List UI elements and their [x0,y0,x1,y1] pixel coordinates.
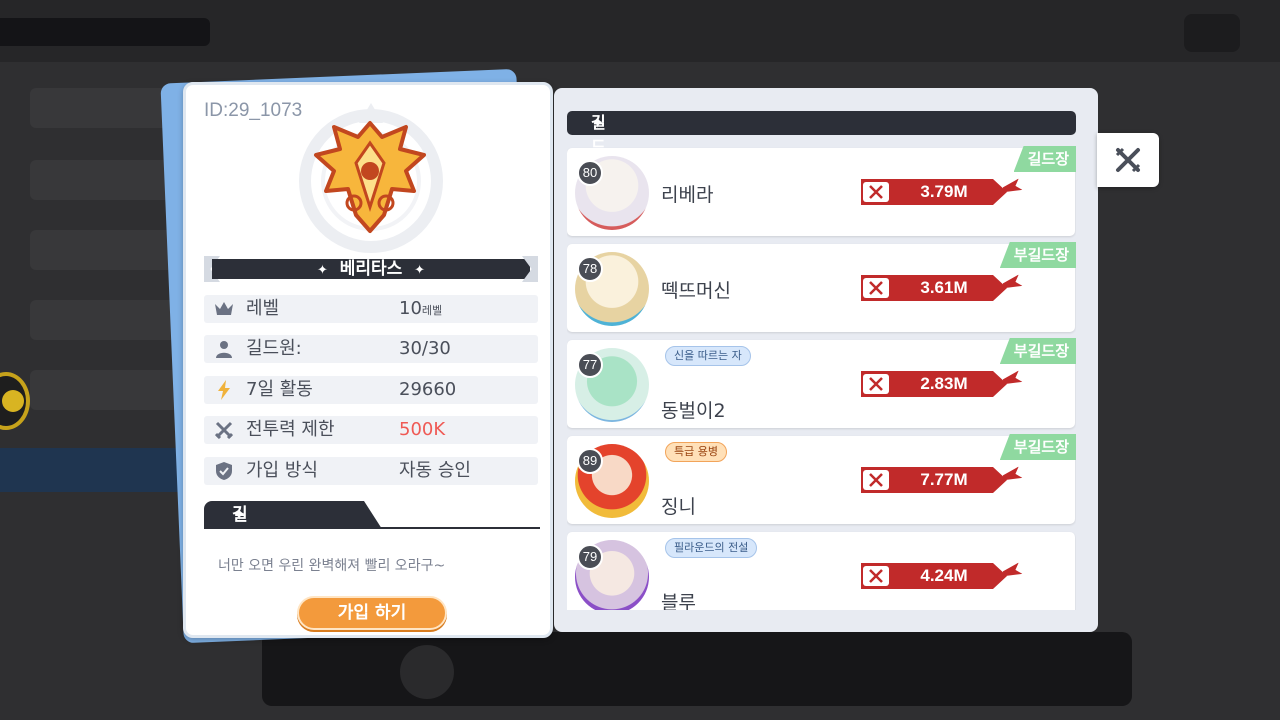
background-top-icon [1184,14,1240,52]
join-guild-button[interactable]: 가입 하기 [297,596,447,630]
crossed-swords-icon [863,182,889,202]
member-title-badge: 특급 용병 [665,442,727,462]
member-card[interactable]: 79 필라운드의 전설 블루 4.24M [567,532,1075,610]
member-power: 3.61M [861,275,1021,301]
power-value: 4.24M [920,566,968,585]
lightning-icon [214,380,234,400]
power-value: 7.77M [920,470,968,489]
close-button[interactable] [1097,133,1159,187]
shield-icon [214,461,234,481]
stat-value: 500K [399,419,446,440]
stat-row-activity: 7일 활동 29660 [204,376,538,404]
stat-row-level: 레벨 10레벨 [204,295,538,323]
power-value: 3.79M [920,182,968,201]
power-value: 2.83M [920,374,968,393]
member-name: 동벌이2 [661,400,726,422]
guild-name: 베리타스 [339,259,403,279]
background-selected-item [0,448,180,492]
promo-tab: ✦ 길드 홍보 [204,501,382,529]
member-title-badge: 필라운드의 전설 [665,538,758,558]
guild-name-line: ✦ 베리타스 ✦ [204,256,538,284]
close-icon [1115,147,1141,173]
promo-divider [204,527,540,529]
stat-label: 레벨 [246,298,280,319]
sparkle-icon: ✦ [414,263,426,278]
member-level-badge: 79 [577,544,603,570]
person-icon [214,339,234,359]
stat-label: 전투력 제한 [246,419,335,440]
member-card[interactable]: 80 리베라 3.79M 길드장 [567,146,1076,236]
stat-label: 7일 활동 [246,379,313,400]
coin-icon [2,390,24,412]
stat-value: 자동 승인 [399,460,471,481]
stat-row-power-limit: 전투력 제한 500K [204,416,538,444]
member-name: 징니 [661,496,696,518]
guild-name-banner: ✦ 베리타스 ✦ [204,256,538,282]
promo-text: 너만 오면 우린 완벽해져 빨리 오라구~ [218,558,446,574]
power-value: 3.61M [920,278,968,297]
background-menu-item [30,88,180,128]
member-power: 3.79M [861,179,1021,205]
crossed-swords-icon [863,278,889,298]
stat-label: 길드원: [246,338,302,359]
background-menu-item [30,160,180,200]
level-value: 10 [399,298,422,319]
crown-icon [214,299,234,319]
stat-value: 29660 [399,379,457,400]
member-list[interactable]: 80 리베라 3.79M 길드장 78 떽뜨머신 3.61M 부길드장 77 신… [567,146,1076,610]
stat-row-members: 길드원: 30/30 [204,335,538,363]
member-level-badge: 89 [577,448,603,474]
stat-value: 10레벨 [399,295,442,325]
crossed-swords-icon [863,374,889,394]
crossed-swords-icon [863,470,889,490]
stat-label: 가입 방식 [246,460,318,481]
member-level-badge: 80 [577,160,603,186]
member-power: 7.77M [861,467,1021,493]
role-tag: 부길드장 [999,434,1076,460]
role-tag: 부길드장 [999,242,1076,268]
member-card[interactable]: 78 떽뜨머신 3.61M 부길드장 [567,242,1076,332]
level-unit: 레벨 [421,304,443,317]
crossed-swords-icon [214,420,234,440]
background-menu-item [30,300,180,340]
member-list-header: ✦ 길드원: [567,111,1076,180]
member-power: 2.83M [861,371,1021,397]
guild-info-card: ID:29_1073 ✦ 베리타스 ✦ 레벨 10레벨 길드원: 30/30 7… [183,82,553,638]
background-title-block [0,18,210,46]
guild-promo-header: ✦ 길드 홍보 [204,501,540,529]
guild-emblem-icon [314,121,426,233]
member-name: 리베라 [661,184,714,206]
background-menu-item [30,230,180,270]
member-level-badge: 78 [577,256,603,282]
role-tag: 길드장 [1013,146,1076,172]
member-title-badge: 신을 따르는 자 [665,346,751,366]
member-name: 떽뜨머신 [661,280,731,302]
crossed-swords-icon [863,566,889,586]
member-name: 블루 [661,592,696,610]
member-card[interactable]: 89 특급 용병 징니 7.77M 부길드장 [567,434,1076,524]
role-tag: 부길드장 [999,338,1076,364]
member-power: 4.24M [861,563,1021,589]
background-bottom-icon [400,645,454,699]
background-bottom-bar [262,632,1132,706]
member-card[interactable]: 77 신을 따르는 자 동벌이2 2.83M 부길드장 [567,338,1076,428]
stat-row-join-method: 가입 방식 자동 승인 [204,457,538,485]
member-level-badge: 77 [577,352,603,378]
stat-value: 30/30 [399,338,451,359]
sparkle-icon: ✦ [316,263,328,278]
background-menu-item [30,370,180,410]
